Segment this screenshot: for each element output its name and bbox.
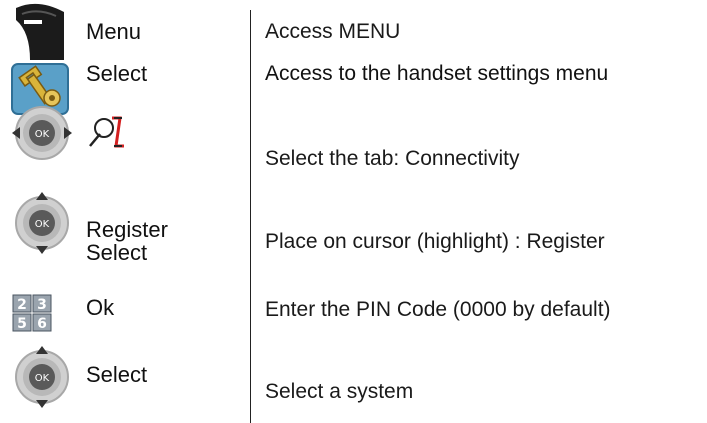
step-1-key: Menu [86, 19, 142, 44]
svg-text:OK: OK [35, 373, 50, 384]
step-row-5: 2 3 5 6 Ok Enter the PIN Code (0000 by d… [0, 280, 707, 332]
navigation-pad-left-right-icon: OK [8, 102, 74, 162]
connectivity-tab-icon [86, 112, 132, 152]
svg-text:3: 3 [37, 297, 47, 313]
step-3-description: Select the tab: Connectivity [265, 147, 520, 170]
step-row-3: OK Select the tab: Connectivity [0, 98, 707, 170]
step-2-description: Access to the handset settings menu [265, 62, 609, 85]
navigation-pad-up-down-icon: OK [8, 190, 74, 254]
step-row-6: OK Select Select a system [0, 336, 707, 423]
step-6-description: Select a system [265, 380, 414, 403]
step-row-4: OK Register Select Place on cursor (high… [0, 186, 707, 266]
step-6-key: Select [86, 362, 148, 387]
svg-text:OK: OK [35, 129, 50, 140]
step-5-description: Enter the PIN Code (0000 by default) [265, 298, 611, 321]
softkey-left-icon [8, 2, 74, 62]
step-4-description: Place on cursor (highlight) : Register [265, 230, 605, 253]
step-row-1: Menu Access MENU [0, 0, 707, 64]
step-4-key-line-2: Select [86, 240, 148, 265]
step-4-key-line-1: Register [86, 217, 168, 242]
svg-text:6: 6 [37, 316, 47, 332]
step-1-description: Access MENU [265, 20, 401, 43]
step-5-key: Ok [86, 295, 115, 320]
svg-text:2: 2 [17, 297, 27, 313]
step-2-key: Select [86, 61, 148, 86]
navigation-pad-up-down-icon: OK [8, 344, 74, 408]
svg-text:OK: OK [35, 219, 50, 230]
svg-text:5: 5 [17, 316, 27, 332]
